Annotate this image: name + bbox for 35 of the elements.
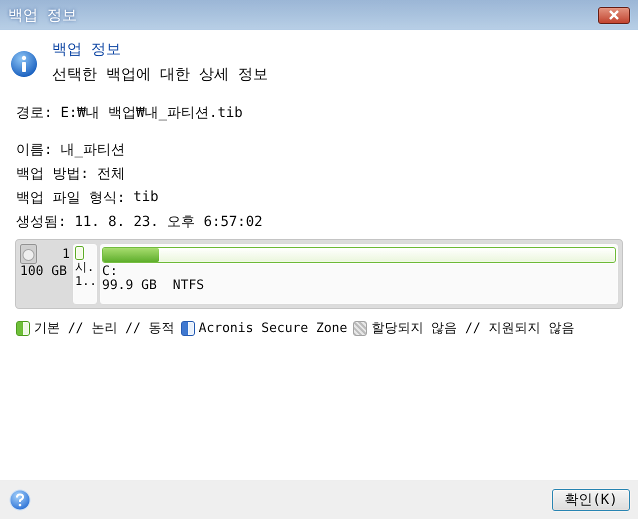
partition-size: 1.. [75, 274, 97, 288]
partition-icon [75, 246, 84, 260]
field-label: 백업 파일 형식: [16, 189, 126, 207]
partition-tile[interactable]: 시. 1.. [73, 244, 97, 304]
partition-label: 시. [75, 260, 94, 274]
disk-number: 1 [62, 246, 70, 262]
field-value: tib [133, 189, 159, 207]
hatched-swatch-icon [353, 320, 368, 336]
legend-label: 기본 // 논리 // 동적 [34, 320, 175, 337]
field-label: 백업 방법: [16, 165, 89, 183]
file-system: NTFS [172, 279, 204, 293]
path-value: E:₩내 백업₩내_파티션.tib [60, 104, 243, 122]
field-label: 경로: [16, 104, 52, 122]
volume-tile[interactable]: C: 99.9 GB NTFS [100, 244, 618, 304]
help-icon[interactable] [9, 488, 31, 510]
volume-size: 99.9 GB [102, 279, 157, 293]
field-value: 내_파티션 [60, 141, 125, 159]
window-title: 백업 정보 [8, 6, 78, 24]
close-icon [608, 10, 620, 20]
legend-label: 할당되지 않음 // 지원되지 않음 [371, 320, 574, 337]
header-title: 백업 정보 [52, 40, 122, 59]
ok-button[interactable]: 확인(K) [552, 488, 630, 510]
field-value: 11. 8. 23. 오후 6:57:02 [74, 213, 263, 231]
disk-size: 100 GB [20, 264, 68, 279]
volume-letter: C: [102, 265, 119, 279]
legend-swatch-icon [180, 320, 195, 336]
legend-label: Acronis Secure Zone [198, 320, 348, 336]
field-value: 전체 [96, 165, 125, 183]
legend-swatch-icon [16, 320, 30, 336]
field-label: 이름: [16, 141, 52, 159]
header-subtitle: 선택한 백업에 대한 상세 정보 [52, 65, 268, 84]
disk-drive-icon [20, 244, 37, 264]
field-label: 생성됨: [16, 213, 66, 231]
close-button[interactable] [598, 6, 630, 24]
info-icon [10, 50, 38, 78]
